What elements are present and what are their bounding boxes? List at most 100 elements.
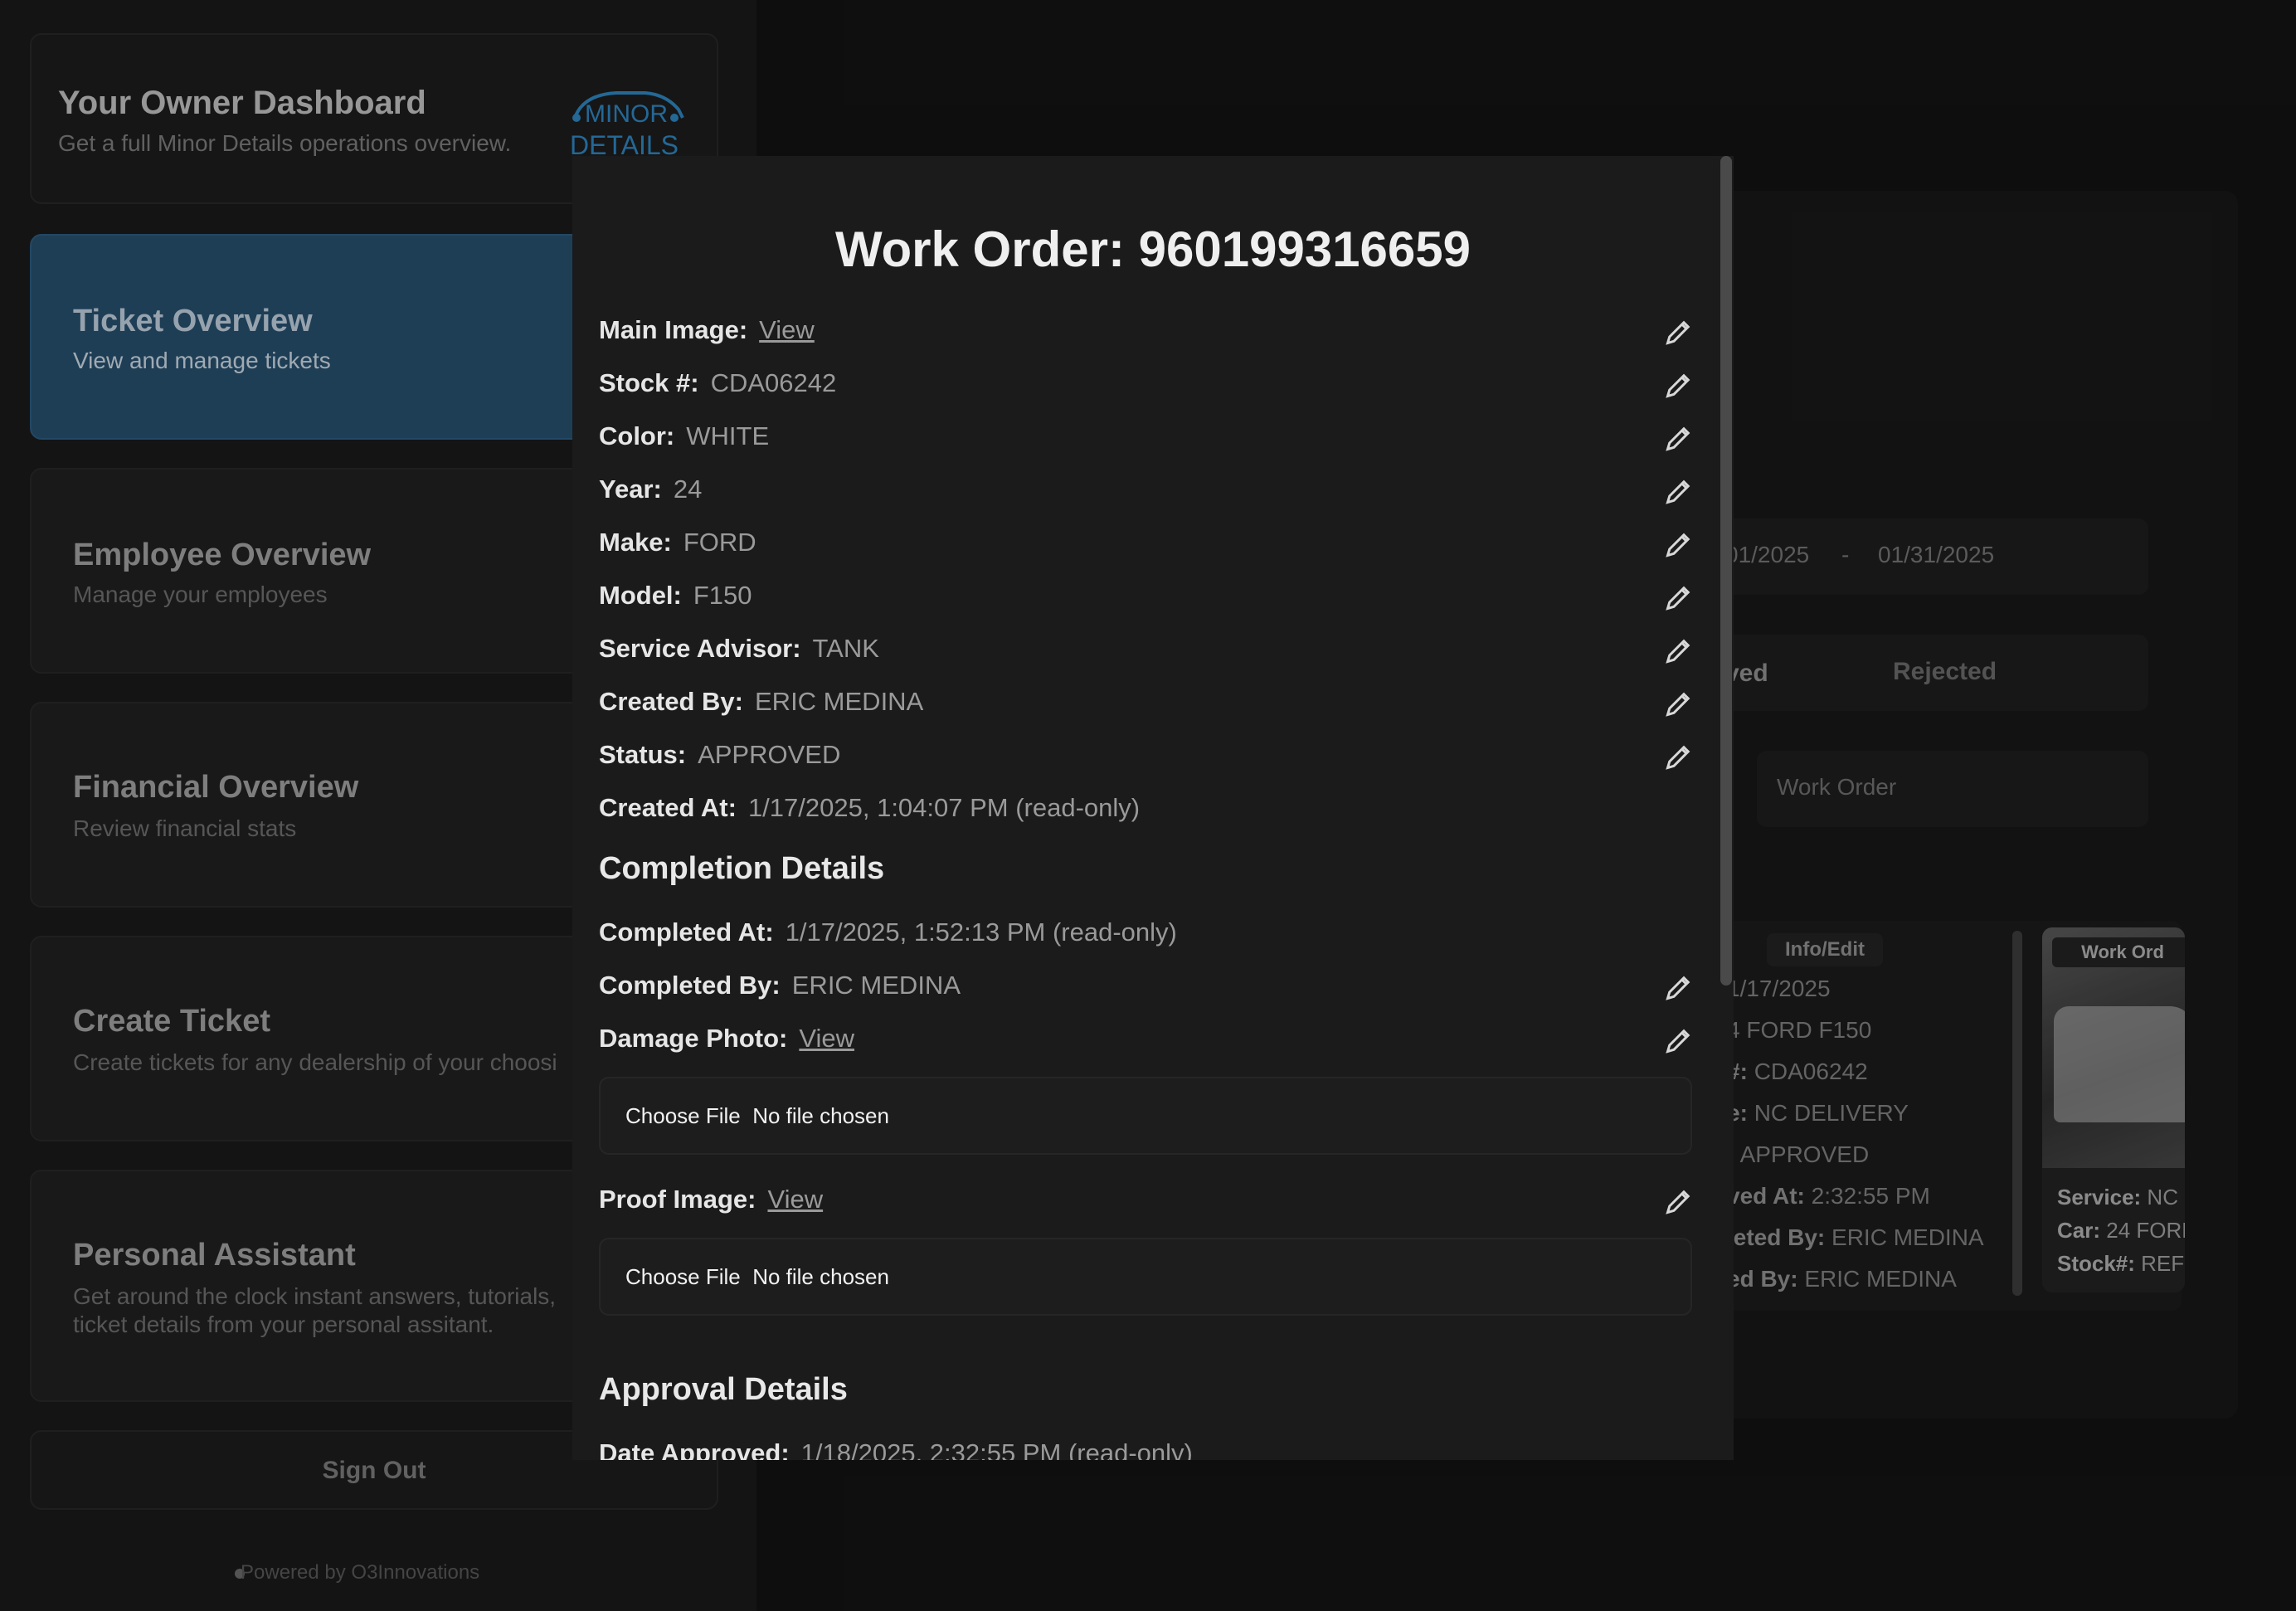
choose-file-button[interactable]: Choose File [625,1264,741,1289]
file-input-text: Choose File No file chosen [625,1103,889,1129]
logo-text-details: DETAILS [570,130,679,159]
ticket-photo-card[interactable]: Work Ord Service: NC I Car: 24 FORD Stoc… [2042,927,2185,1292]
sidebar-item-subtitle: Manage your employees [73,582,328,607]
approval-heading: Approval Details [599,1372,848,1407]
field-value: F150 [693,581,752,610]
field-label: Created At: [599,793,737,822]
sign-out-label: Sign Out [322,1457,426,1484]
work-order-search[interactable]: Work Order [1757,751,2148,827]
field-label: Date Approved: [599,1438,790,1460]
powered-by: Powered by O3Innovations [241,1561,480,1584]
field-created-at: Created At: 1/17/2025, 1:04:07 PM (read-o… [599,793,1140,823]
field-proof-image: Proof Image: View [599,1185,823,1214]
field-value: 1/18/2025, 2:32:55 PM (read-only) [800,1438,1193,1460]
pencil-icon[interactable] [1664,370,1694,400]
field-value: ERIC MEDINA [755,687,924,716]
pencil-icon[interactable] [1664,317,1694,347]
ticket-row: ed By: ERIC MEDINA [1727,1266,1957,1292]
field-value: FORD [683,528,756,557]
ticket-row: leted By: ERIC MEDINA [1727,1224,1984,1250]
field-label: Main Image: [599,315,748,344]
date-separator: - [1841,542,1850,567]
minor-details-logo: MINOR DETAILS [570,91,684,159]
date-range[interactable]: 01/2025 - 01/31/2025 [1709,518,2148,595]
pencil-icon[interactable] [1664,1186,1694,1216]
file-status: No file chosen [752,1264,889,1289]
pencil-icon[interactable] [1664,972,1694,1002]
field-stock: Stock #: CDA06242 [599,368,836,398]
field-completed-by: Completed By: ERIC MEDINA [599,971,961,1000]
date-end[interactable]: 01/31/2025 [1878,542,1994,568]
pencil-icon[interactable] [1664,1025,1694,1055]
ticket-row: 1/17/2025 [1727,976,1831,1001]
photo-card-line: Car: 24 FORD [2057,1218,2185,1243]
field-label: Completed By: [599,971,781,1000]
file-input-text: Choose File No file chosen [625,1264,889,1290]
pencil-icon[interactable] [1664,742,1694,771]
truck-image [2054,1006,2185,1122]
field-value: 1/17/2025, 1:52:13 PM (read-only) [785,917,1177,947]
ticket-scrollbar[interactable] [2012,931,2022,1296]
field-damage-photo: Damage Photo: View [599,1024,854,1054]
modal-scrollbar[interactable] [1720,156,1732,986]
field-model: Model: F150 [599,581,752,611]
file-status: No file chosen [752,1103,889,1128]
proof-image-view-link[interactable]: View [767,1185,823,1214]
pencil-icon[interactable] [1664,635,1694,665]
pencil-icon[interactable] [1664,529,1694,559]
modal-title: Work Order: 960199316659 [834,221,1471,277]
field-color: Color: WHITE [599,421,769,451]
photo-card-line: Service: NC I [2057,1185,2185,1209]
field-label: Model: [599,581,682,610]
completion-heading: Completion Details [599,851,885,886]
field-label: Created By: [599,687,743,716]
info-edit-button[interactable]: Info/Edit [1767,933,1883,966]
field-value: CDA06242 [710,368,837,397]
field-main-image: Main Image: View [599,315,815,345]
status-tabs: ved Rejected [1709,635,2148,711]
field-label: Damage Photo: [599,1024,788,1053]
field-value: APPROVED [698,740,841,769]
field-value: TANK [812,634,879,663]
field-service-advisor: Service Advisor: TANK [599,634,879,664]
pencil-icon[interactable] [1664,476,1694,506]
field-status: Status: APPROVED [599,740,840,770]
choose-file-button[interactable]: Choose File [625,1103,741,1128]
search-placeholder: Work Order [1777,774,1897,800]
work-order-badge: Work Ord [2052,937,2185,967]
pencil-icon[interactable] [1664,689,1694,718]
logo-text-minor: MINOR [585,100,668,128]
dashboard-title: Your Owner Dashboard [58,85,426,121]
field-value: WHITE [686,421,770,450]
field-label: Service Advisor: [599,634,801,663]
field-date-approved: Date Approved: 1/18/2025, 2:32:55 PM (rea… [599,1438,1193,1460]
sidebar-item-title: Financial Overview [73,770,359,805]
damage-photo-file-input[interactable]: Choose File No file chosen [599,1077,1692,1155]
field-label: Color: [599,421,675,450]
proof-image-file-input[interactable]: Choose File No file chosen [599,1238,1692,1316]
photo-card-line: Stock#: REF1 [2057,1251,2185,1276]
field-label: Stock #: [599,368,699,397]
sidebar-item-subtitle: View and manage tickets [73,348,331,373]
pencil-icon[interactable] [1664,423,1694,453]
ticket-row: #: CDA06242 [1727,1059,1868,1084]
field-label: Year: [599,475,662,504]
tab-rejected[interactable]: Rejected [1893,658,1997,686]
work-order-modal: Work Order: 960199316659 Main Image: View… [572,156,1734,1460]
field-completed-at: Completed At: 1/17/2025, 1:52:13 PM (read… [599,917,1177,947]
sidebar-item-subtitle: Create tickets for any dealership of you… [73,1049,557,1075]
sidebar-item-subtitle: Review financial stats [73,815,297,841]
main-image-view-link[interactable]: View [759,315,815,344]
field-value: ERIC MEDINA [791,971,961,1000]
dashboard-subtitle: Get a full Minor Details operations over… [58,130,512,156]
sidebar-item-title: Ticket Overview [73,304,313,338]
field-year: Year: 24 [599,475,702,504]
field-label: Make: [599,528,672,557]
pencil-icon[interactable] [1664,582,1694,612]
field-value: 1/17/2025, 1:04:07 PM (read-only) [747,793,1141,822]
sidebar-item-subtitle: Get around the clock instant answers, tu… [73,1283,557,1309]
damage-photo-view-link[interactable]: View [799,1024,854,1053]
sidebar-item-title: Personal Assistant [73,1238,356,1273]
date-start[interactable]: 01/2025 [1725,542,1809,568]
field-label: Status: [599,740,687,769]
